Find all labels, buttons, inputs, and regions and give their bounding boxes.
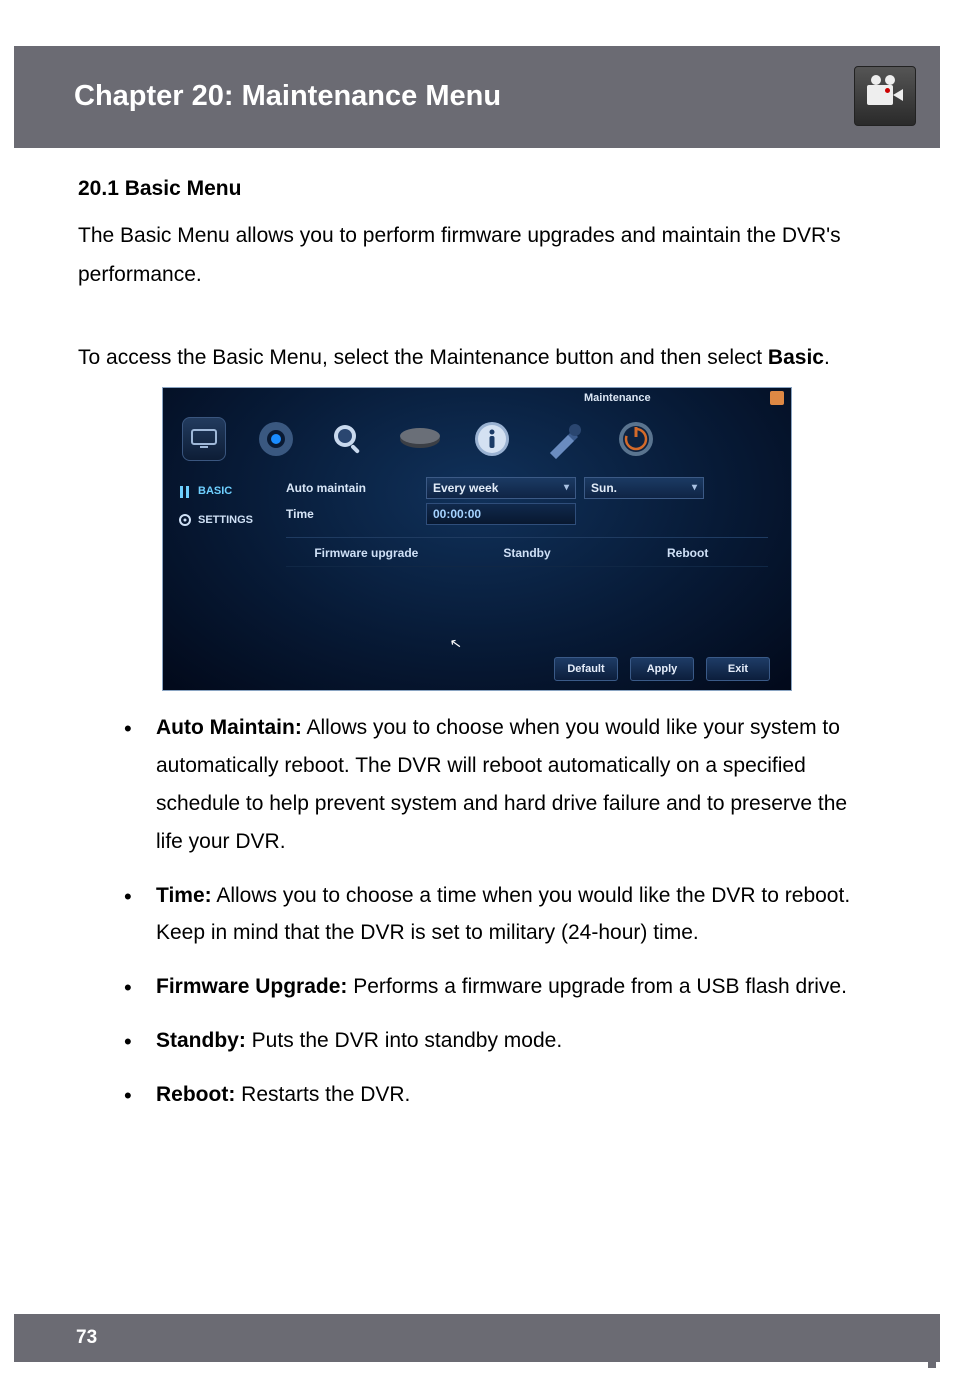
document-page: Chapter 20: Maintenance Menu 20.1 Basic …	[0, 46, 954, 1398]
bullet-term: Time:	[156, 884, 212, 907]
maintenance-window: Maintenance	[162, 387, 792, 691]
apply-button[interactable]: Apply	[630, 657, 694, 681]
sidebar-item-label: SETTINGS	[198, 510, 253, 530]
gear-icon	[178, 513, 192, 527]
time-input[interactable]: 00:00:00	[426, 503, 576, 525]
list-item: Auto Maintain: Allows you to choose when…	[124, 709, 876, 860]
description-list: Auto Maintain: Allows you to choose when…	[78, 709, 876, 1113]
bullet-text: Performs a firmware upgrade from a USB f…	[347, 975, 847, 998]
intro-paragraph-2: To access the Basic Menu, select the Mai…	[78, 339, 876, 378]
search-icon[interactable]	[326, 417, 370, 461]
list-item: Firmware Upgrade: Performs a firmware up…	[124, 968, 876, 1006]
hdd-icon[interactable]	[398, 417, 442, 461]
intro-p2-tail: .	[824, 346, 830, 369]
sidebar-item-settings[interactable]: SETTINGS	[172, 506, 280, 534]
bullet-term: Reboot:	[156, 1083, 235, 1106]
auto-maintain-value: Every week	[433, 477, 498, 499]
exit-button[interactable]: Exit	[706, 657, 770, 681]
window-title: Maintenance	[584, 388, 651, 408]
bullet-term: Auto Maintain:	[156, 716, 302, 739]
chapter-title: Chapter 20: Maintenance Menu	[74, 80, 501, 113]
window-titlebar: Maintenance	[164, 389, 790, 407]
cursor-icon: ↖	[448, 631, 464, 659]
bullet-term: Standby:	[156, 1029, 246, 1052]
footer-corner-mark	[928, 1356, 936, 1368]
auto-maintain-dropdown[interactable]: Every week ▾	[426, 477, 576, 499]
standby-button[interactable]: Standby	[447, 538, 608, 566]
chapter-header-bar: Chapter 20: Maintenance Menu	[14, 46, 940, 148]
sidebar: BASIC SETTINGS	[172, 477, 280, 534]
day-value: Sun.	[591, 477, 617, 499]
reboot-button[interactable]: Reboot	[607, 538, 768, 566]
intro-p2-lead: To access the Basic Menu, select the Mai…	[78, 346, 768, 369]
time-value: 00:00:00	[433, 503, 481, 525]
power-icon[interactable]	[614, 417, 658, 461]
camera-icon[interactable]	[254, 417, 298, 461]
list-item: Reboot: Restarts the DVR.	[124, 1076, 876, 1114]
close-icon[interactable]	[770, 391, 784, 405]
bullet-text: Puts the DVR into standby mode.	[246, 1029, 562, 1052]
bullet-text: Restarts the DVR.	[235, 1083, 410, 1106]
chevron-down-icon: ▾	[564, 479, 569, 498]
top-nav-icons	[182, 411, 772, 467]
content-area: 20.1 Basic Menu The Basic Menu allows yo…	[0, 148, 954, 1114]
bullet-term: Firmware Upgrade:	[156, 975, 347, 998]
sidebar-item-basic[interactable]: BASIC	[172, 477, 280, 505]
footer-button-row: Default Apply Exit	[554, 657, 770, 681]
page-number: 73	[76, 1327, 97, 1349]
list-item: Standby: Puts the DVR into standby mode.	[124, 1022, 876, 1060]
page-footer: 73	[14, 1314, 940, 1362]
tools-icon	[178, 485, 192, 499]
info-icon[interactable]	[470, 417, 514, 461]
auto-maintain-label: Auto maintain	[286, 477, 426, 499]
day-dropdown[interactable]: Sun. ▾	[584, 477, 704, 499]
form-area: Auto maintain Every week ▾ Sun. ▾ Time	[286, 475, 778, 527]
maintenance-icon[interactable]	[542, 417, 586, 461]
chevron-down-icon: ▾	[692, 479, 697, 498]
section-heading: 20.1 Basic Menu	[78, 170, 876, 209]
intro-p2-bold: Basic	[768, 346, 824, 369]
sidebar-item-label: BASIC	[198, 481, 232, 501]
display-icon[interactable]	[182, 417, 226, 461]
default-button[interactable]: Default	[554, 657, 618, 681]
screenshot-container: Maintenance	[78, 387, 876, 691]
intro-paragraph-1: The Basic Menu allows you to perform fir…	[78, 217, 876, 295]
action-button-row: Firmware upgrade Standby Reboot	[286, 537, 768, 567]
firmware-upgrade-button[interactable]: Firmware upgrade	[286, 538, 447, 566]
time-label: Time	[286, 503, 426, 525]
bullet-text: Allows you to choose a time when you wou…	[156, 884, 850, 945]
camcorder-icon	[854, 66, 916, 126]
list-item: Time: Allows you to choose a time when y…	[124, 877, 876, 953]
